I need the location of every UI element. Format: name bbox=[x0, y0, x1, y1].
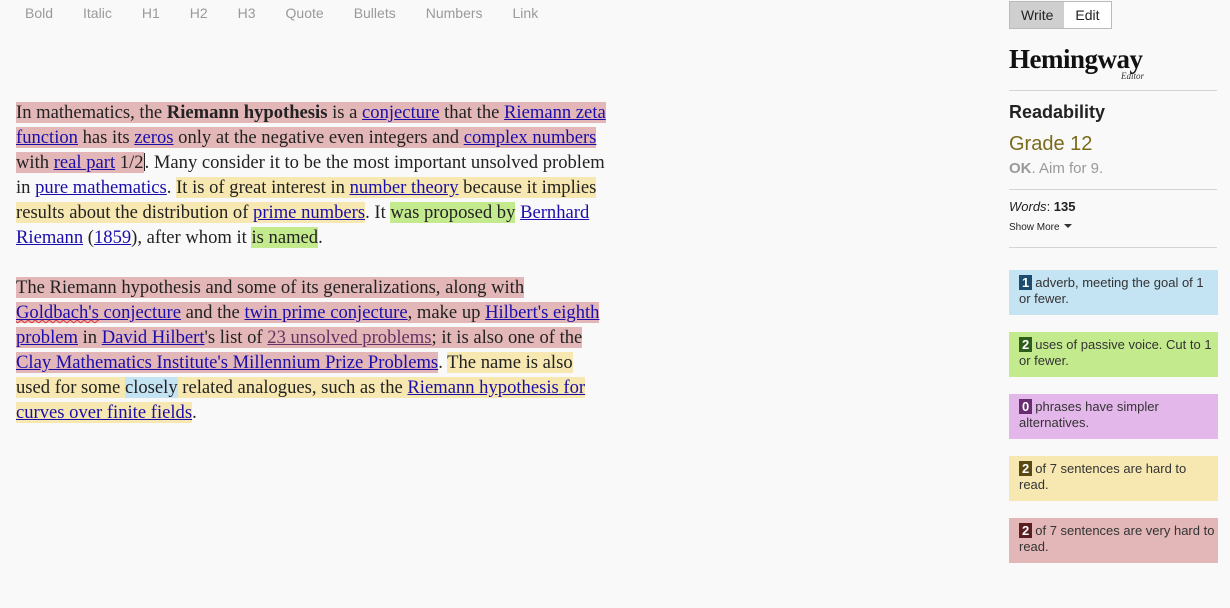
passive-count-badge: 2 bbox=[1019, 337, 1033, 352]
h3-button[interactable]: H3 bbox=[238, 4, 256, 22]
paragraph-2: The Riemann hypothesis and some of its g… bbox=[16, 277, 600, 423]
paragraph-1: In mathematics, the Riemann hypothesis i… bbox=[16, 102, 606, 248]
h1-button[interactable]: H1 bbox=[142, 4, 160, 22]
very-hard-sentences-card: 2 of 7 sentences are very hard to read. bbox=[1009, 518, 1218, 563]
grade-level: Grade 12 bbox=[1009, 133, 1093, 155]
mode-toggle: Write Edit bbox=[1009, 1, 1112, 29]
divider bbox=[1009, 90, 1217, 91]
word-count-value: 135 bbox=[1053, 199, 1076, 214]
readability-status: OK bbox=[1009, 160, 1032, 177]
numbers-button[interactable]: Numbers bbox=[426, 4, 483, 22]
passive-voice-card: 2 uses of passive voice. Cut to 1 or fewe… bbox=[1009, 332, 1218, 377]
very-hard-count-badge: 2 bbox=[1019, 523, 1033, 538]
link-button[interactable]: Link bbox=[513, 4, 539, 22]
passive-voice-highlight: was proposed by bbox=[390, 202, 516, 223]
hard-sentences-card: 2 of 7 sentences are hard to read. bbox=[1009, 456, 1218, 501]
link-prime-numbers[interactable]: prime numbers bbox=[253, 202, 365, 223]
h2-button[interactable]: H2 bbox=[190, 4, 208, 22]
bullets-button[interactable]: Bullets bbox=[354, 4, 396, 22]
readability-aim: OK. Aim for 9. bbox=[1009, 160, 1104, 177]
link-goldbachs-conjecture[interactable]: Goldbach's conjecture bbox=[16, 302, 181, 323]
link-complex-numbers[interactable]: complex numbers bbox=[464, 127, 597, 148]
phrases-count-badge: 0 bbox=[1019, 399, 1033, 414]
quote-button[interactable]: Quote bbox=[286, 4, 324, 22]
link-zeros[interactable]: zeros bbox=[134, 127, 173, 148]
italic-button[interactable]: Italic bbox=[83, 4, 112, 22]
hard-count-badge: 2 bbox=[1019, 461, 1033, 476]
link-real-part[interactable]: real part bbox=[54, 152, 115, 173]
bold-button[interactable]: Bold bbox=[25, 4, 53, 22]
adverb-card: 1 adverb, meeting the goal of 1 or fewer. bbox=[1009, 270, 1218, 315]
adverb-highlight: closely bbox=[124, 377, 178, 398]
link-twin-prime-conjecture[interactable]: twin prime conjecture bbox=[244, 302, 407, 323]
divider bbox=[1009, 189, 1217, 190]
link-1859[interactable]: 1859 bbox=[94, 227, 131, 248]
edit-mode-button[interactable]: Edit bbox=[1064, 2, 1111, 28]
logo-subtitle: Editor bbox=[1121, 71, 1145, 81]
link-23-unsolved-problems[interactable]: 23 unsolved problems bbox=[267, 327, 431, 348]
editor-area[interactable]: In mathematics, the Riemann hypothesis i… bbox=[16, 100, 606, 450]
link-pure-mathematics[interactable]: pure mathematics bbox=[35, 177, 167, 198]
divider bbox=[1009, 247, 1217, 248]
link-conjecture[interactable]: conjecture bbox=[362, 102, 439, 123]
adverb-count-badge: 1 bbox=[1019, 275, 1033, 290]
link-david-hilbert[interactable]: David Hilbert bbox=[102, 327, 205, 348]
readability-heading: Readability bbox=[1009, 102, 1106, 122]
word-count: Words: 135 bbox=[1009, 199, 1076, 214]
show-more-toggle[interactable]: Show More bbox=[1009, 222, 1072, 233]
link-number-theory[interactable]: number theory bbox=[350, 177, 459, 198]
write-mode-button[interactable]: Write bbox=[1010, 2, 1065, 28]
formatting-toolbar: Bold Italic H1 H2 H3 Quote Bullets Numbe… bbox=[25, 4, 568, 22]
link-millennium-prize-problems[interactable]: Clay Mathematics Institute's Millennium … bbox=[16, 352, 438, 373]
chevron-down-icon bbox=[1063, 224, 1072, 228]
simpler-phrases-card: 0 phrases have simpler alternatives. bbox=[1009, 394, 1218, 439]
passive-voice-highlight: is named bbox=[251, 227, 319, 248]
